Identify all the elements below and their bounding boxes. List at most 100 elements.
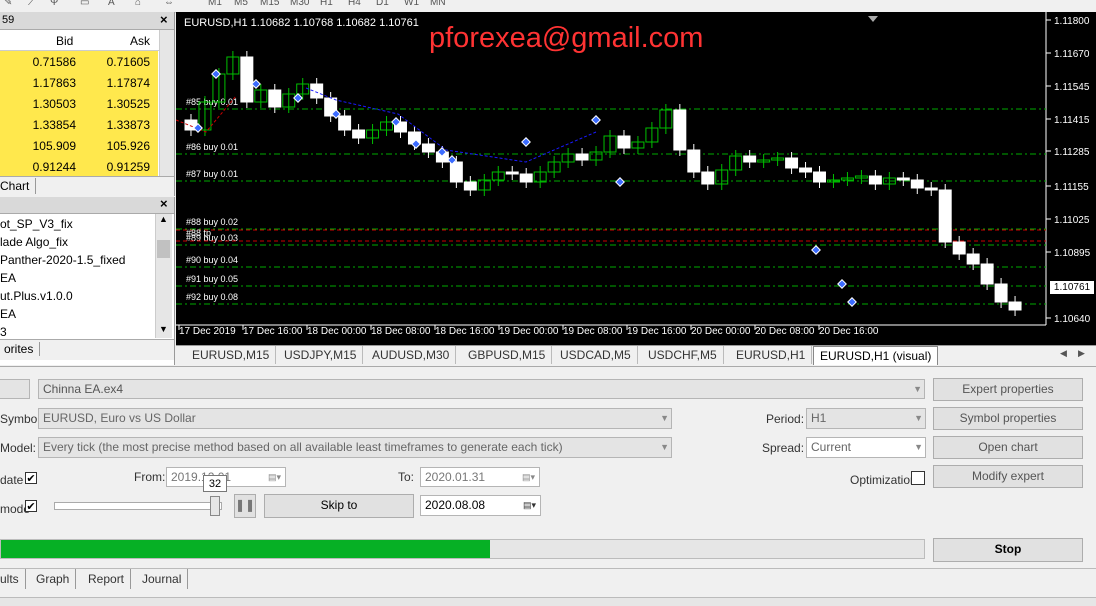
stop-button[interactable]: Stop — [933, 538, 1083, 562]
line-tool-icon[interactable]: ⟋ — [28, 0, 35, 8]
tf-m5[interactable]: M5 — [234, 0, 248, 8]
tf-h1[interactable]: H1 — [320, 0, 333, 8]
tab-chart-usdcad-m5[interactable]: USDCAD,M5 — [554, 346, 638, 364]
navigator-item[interactable]: EA — [0, 307, 16, 321]
scroll-down-icon[interactable]: ▼ — [159, 324, 168, 334]
tester-type-select[interactable] — [0, 379, 30, 399]
chevron-down-icon[interactable]: ▼ — [913, 380, 922, 399]
navigator-item[interactable]: ot_SP_V3_fix — [0, 217, 73, 231]
tab-results[interactable]: ults — [0, 569, 26, 589]
channel-icon[interactable]: ▭ — [80, 0, 89, 8]
market-watch-row[interactable]: 1.33854 1.33873 — [0, 114, 158, 136]
navigator-item[interactable]: EA — [0, 271, 16, 285]
tf-m1[interactable]: M1 — [208, 0, 222, 8]
expert-select[interactable]: Chinna EA.ex4 ▼ — [38, 379, 925, 399]
market-watch-row[interactable]: 0.91244 0.91259 — [0, 156, 158, 178]
tab-chart-eurusd-h1-visual[interactable]: EURUSD,H1 (visual) — [813, 346, 939, 365]
symbol-properties-button[interactable]: Symbol properties — [933, 407, 1083, 430]
market-watch-row[interactable]: 105.909 105.926 — [0, 135, 158, 157]
close-icon[interactable]: × — [160, 196, 168, 211]
model-select[interactable]: Every tick (the most precise method base… — [38, 437, 672, 458]
trade-marker — [521, 137, 531, 147]
tf-m30[interactable]: M30 — [290, 0, 309, 8]
tab-chart-eurusd-m15[interactable]: EURUSD,M15 — [186, 346, 277, 364]
chevron-down-icon[interactable]: ▼ — [914, 438, 923, 457]
tab-favorites[interactable]: orites — [4, 342, 41, 356]
tab-scroll-left-icon[interactable]: ◀ — [1060, 348, 1067, 359]
chevron-down-icon[interactable]: ▼ — [914, 409, 923, 428]
tab-graph[interactable]: Graph — [30, 569, 77, 589]
tab-scroll-right-icon[interactable]: ▶ — [1078, 348, 1085, 359]
visual-mode-checkbox[interactable]: ✔ — [25, 500, 37, 513]
tab-journal[interactable]: Journal — [136, 569, 189, 589]
tf-mn[interactable]: MN — [430, 0, 446, 8]
tf-h4[interactable]: H4 — [348, 0, 361, 8]
tf-d1[interactable]: D1 — [376, 0, 389, 8]
close-icon[interactable]: × — [160, 12, 168, 27]
chevron-down-icon[interactable]: ▼ — [660, 409, 669, 428]
market-watch-row[interactable]: 1.30503 1.30525 — [0, 93, 158, 115]
calendar-icon[interactable]: ▤▾ — [523, 496, 536, 515]
order-label: #92 buy 0.08 — [186, 292, 238, 302]
to-date-field[interactable]: 2020.01.31 ▤▾ — [420, 467, 540, 487]
fibonacci-icon[interactable]: Ψ — [50, 0, 58, 8]
market-watch-scrollbar[interactable] — [159, 30, 174, 176]
chart-header: EURUSD,H1 1.10682 1.10768 1.10682 1.1076… — [184, 17, 419, 29]
symbol-select[interactable]: EURUSD, Euro vs US Dollar ▼ — [38, 408, 672, 429]
navigator-item[interactable]: Panther-2020-1.5_fixed — [0, 253, 125, 267]
price-tick-label: 1.11670 — [1054, 49, 1090, 60]
skip-to-button[interactable]: Skip to — [264, 494, 414, 518]
optimization-checkbox[interactable] — [911, 471, 925, 485]
navigator-tabs: orites — [0, 339, 174, 360]
label-tool-icon[interactable]: ⌂ — [135, 0, 141, 8]
ask-value: 0.91259 — [106, 160, 150, 174]
tab-chart-gbpusd-m15[interactable]: GBPUSD,M15 — [462, 346, 553, 364]
modify-expert-button[interactable]: Modify expert — [933, 465, 1083, 488]
tf-m15[interactable]: M15 — [260, 0, 279, 8]
tab-report[interactable]: Report — [82, 569, 132, 589]
period-select[interactable]: H1 ▼ — [806, 408, 926, 429]
symbol-label: Symbol: — [0, 412, 44, 426]
tab-chart-usdchf-m5[interactable]: USDCHF,M5 — [642, 346, 724, 364]
market-watch-row[interactable]: 0.71586 0.71605 — [0, 51, 158, 73]
navigator-item[interactable]: 3 — [0, 325, 7, 339]
navigator-item[interactable]: lade Algo_fix — [0, 235, 68, 249]
calendar-icon[interactable]: ▤▾ — [522, 468, 535, 487]
col-bid[interactable]: Bid — [56, 34, 73, 48]
bid-value: 1.33854 — [32, 118, 76, 132]
use-date-checkbox[interactable]: ✔ — [25, 472, 37, 485]
tf-w1[interactable]: W1 — [404, 0, 419, 8]
navigator-scrollbar[interactable]: ▲ ▼ — [155, 214, 172, 338]
candle-body — [519, 173, 533, 183]
market-watch-title: 59 — [2, 14, 15, 26]
price-chart[interactable]: 1.11800 1.11670 1.11545 1.11415 1.11285 1.111… — [175, 12, 1096, 345]
pause-button[interactable]: ❚❚ — [234, 494, 256, 518]
market-watch-row[interactable]: 1.17863 1.17874 — [0, 72, 158, 94]
chart-canvas[interactable]: 1.11800 1.11670 1.11545 1.11415 1.11285 1.111… — [175, 12, 1096, 345]
skip-date-field[interactable]: 2020.08.08 ▤▾ — [420, 495, 541, 516]
navigator-item[interactable]: ut.Plus.v1.0.0 — [0, 289, 73, 303]
pencil-icon[interactable]: ✎ — [4, 0, 12, 8]
col-ask[interactable]: Ask — [130, 34, 150, 48]
arrows-icon[interactable]: ⇔ — [164, 0, 174, 8]
expert-properties-button[interactable]: Expert properties — [933, 378, 1083, 401]
spread-select[interactable]: Current ▼ — [806, 437, 926, 458]
chevron-down-icon[interactable]: ▼ — [660, 438, 669, 457]
speed-slider-thumb[interactable] — [210, 496, 220, 516]
speed-slider-track[interactable] — [54, 502, 222, 510]
calendar-icon[interactable]: ▤▾ — [268, 468, 281, 487]
scroll-up-icon[interactable]: ▲ — [159, 214, 168, 224]
candle-body — [743, 155, 757, 163]
tab-chart[interactable]: Chart — [0, 178, 37, 194]
time-tick-label: 18 Dec 16:00 — [435, 326, 495, 337]
open-chart-button[interactable]: Open chart — [933, 436, 1083, 459]
order-label: #87 buy 0.01 — [186, 169, 238, 179]
bid-value: 1.30503 — [32, 97, 76, 111]
strategy-tester: Chinna EA.ex4 ▼ Symbol: EURUSD, Euro vs … — [0, 366, 1096, 606]
scroll-thumb[interactable] — [157, 240, 170, 258]
tab-chart-audusd-m30[interactable]: AUDUSD,M30 — [366, 346, 457, 364]
tab-chart-eurusd-h1[interactable]: EURUSD,H1 — [730, 346, 813, 364]
text-tool-icon[interactable]: A — [108, 0, 115, 8]
ask-value: 0.71605 — [106, 55, 150, 69]
tab-chart-usdjpy-m15[interactable]: USDJPY,M15 — [278, 346, 364, 364]
